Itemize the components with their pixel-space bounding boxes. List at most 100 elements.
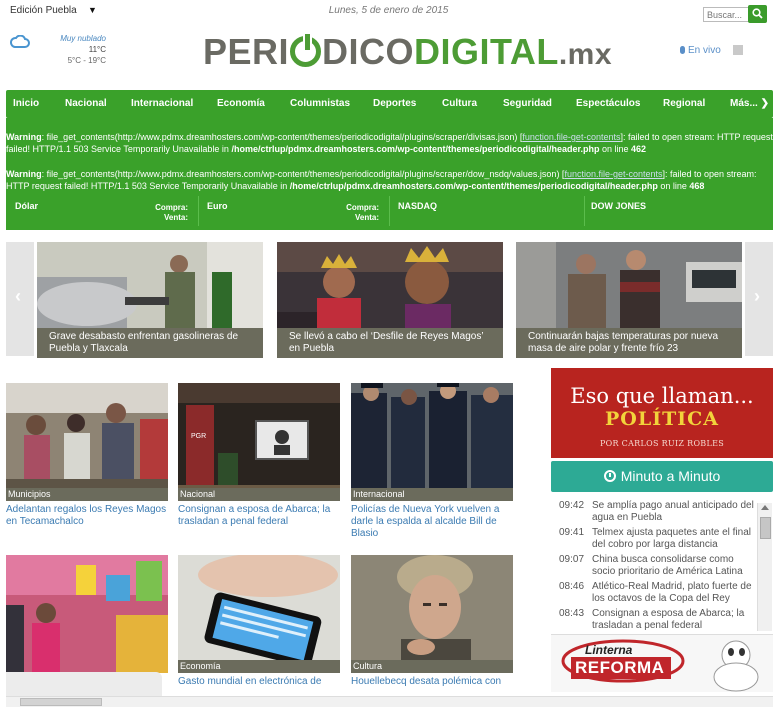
envivo-link[interactable]: En vivo — [680, 45, 721, 56]
news-tile-municipios[interactable]: Municipios Adelantan regalos los Reyes M… — [6, 383, 168, 528]
nav-more-label: Más... — [730, 98, 758, 109]
nav-item-espectaculos[interactable]: Espectáculos — [576, 98, 640, 109]
photo-cold-street — [516, 242, 742, 328]
news-tile-toys[interactable] — [6, 555, 168, 673]
tile-title[interactable]: Houellebecq desata polémica con — [351, 676, 513, 688]
slide-image — [277, 242, 503, 328]
photo-writer-portrait — [351, 555, 513, 673]
weather-range: 5°C - 19°C — [67, 56, 106, 65]
power-icon — [290, 32, 322, 67]
slide-caption: Se llevó a cabo el ‘Desfile de Reyes Mag… — [277, 328, 503, 358]
slide-image — [516, 242, 742, 328]
warning-label: Warning — [6, 132, 42, 142]
current-date: Lunes, 5 de enero de 2015 — [328, 5, 449, 16]
minuto-headline: Se amplía pago anual anticipado del agua… — [592, 500, 754, 523]
cloud-icon — [10, 35, 30, 48]
horizontal-scrollbar[interactable] — [6, 696, 773, 707]
news-tile-economia[interactable]: Economía Gasto mundial en electrónica de — [178, 555, 340, 688]
banner-line-1: Eso que llaman... — [570, 384, 754, 408]
minuto-title: Minuto a Minuto — [620, 468, 721, 484]
site-logo[interactable]: PERI DICODIGITAL.mx — [203, 30, 612, 74]
minuto-headline: Consignan a esposa de Abarca; la traslad… — [592, 608, 745, 630]
tile-title[interactable]: Consignan a esposa de Abarca; la traslad… — [178, 504, 340, 528]
search-button[interactable] — [748, 5, 767, 23]
photo-gas-station — [37, 242, 263, 328]
slider-next-button[interactable]: › — [745, 242, 773, 356]
slide-caption: Grave desabasto enfrentan gasolineras de… — [37, 328, 263, 358]
photo-police-officers — [351, 383, 513, 501]
warning-path: /home/ctrlup/pdmx.dreamhosters.com/wp-co… — [231, 144, 600, 154]
envivo-label: En vivo — [688, 45, 721, 56]
fx-euro: Euro — [207, 201, 228, 211]
tile-image: Cultura — [351, 555, 513, 673]
fx-dow: DOW JONES — [591, 201, 647, 211]
slide-temperaturas[interactable]: Continuarán bajas temperaturas por nueva… — [516, 242, 742, 358]
top-bar: Edición Puebla ▼ Lunes, 5 de enero de 20… — [0, 0, 777, 26]
tile-title[interactable]: Policías de Nueva York vuelven a darle l… — [351, 504, 513, 540]
tile-category: Nacional — [178, 488, 340, 501]
minuto-scrollbar[interactable] — [757, 503, 772, 631]
chevron-left-icon: ‹ — [15, 286, 21, 306]
nav-item-regional[interactable]: Regional — [663, 98, 705, 109]
fx-divider — [198, 196, 199, 226]
weather-widget: Muy nublado 11°C 5°C - 19°C — [48, 33, 106, 66]
tile-category: Economía — [178, 660, 340, 673]
search-input[interactable] — [703, 7, 749, 22]
microphone-icon — [680, 46, 685, 54]
linterna-reforma-banner[interactable]: Linterna REFORMA — [551, 634, 773, 692]
logo-text-4: .mx — [558, 38, 613, 71]
warning-2: Warning: file_get_contents(http://www.pd… — [6, 168, 773, 192]
warning-line: 462 — [631, 144, 647, 154]
warning-text: : file_get_contents(http://www.pdmx.drea… — [41, 169, 565, 179]
logo-text-3: DIGITAL — [414, 31, 559, 72]
banner-author: POR CARLOS RUIZ ROBLES — [599, 439, 725, 448]
nav-item-inicio[interactable]: Inicio — [13, 98, 39, 109]
main-nav: Inicio Nacional Internacional Economía C… — [6, 90, 773, 118]
minuto-headline: China busca consolidarse como socio prio… — [592, 554, 743, 577]
slide-caption: Continuarán bajas temperaturas por nueva… — [516, 328, 742, 358]
external-link-icon[interactable] — [733, 45, 743, 55]
minuto-a-minuto-button[interactable]: Minuto a Minuto — [551, 461, 773, 492]
pgr-sign: PGR — [191, 433, 207, 440]
slider-prev-button[interactable]: ‹ — [6, 242, 34, 356]
news-tile-nacional[interactable]: PGR Nacional Consignan a esposa de Abarc… — [178, 383, 340, 528]
reforma-title: REFORMA — [575, 658, 665, 677]
nav-item-nacional[interactable]: Nacional — [65, 98, 107, 109]
scrollbar-thumb[interactable] — [760, 517, 771, 539]
banner-line-2: POLÍTICA — [605, 408, 719, 430]
tile-category: Cultura — [351, 660, 513, 673]
warning-path: /home/ctrlup/pdmx.dreamhosters.com/wp-co… — [289, 181, 658, 191]
nav-item-seguridad[interactable]: Seguridad — [503, 98, 552, 109]
page: Edición Puebla ▼ Lunes, 5 de enero de 20… — [0, 0, 777, 707]
tile-image: PGR Nacional — [178, 383, 340, 501]
slide-gasolineras[interactable]: Grave desabasto enfrentan gasolineras de… — [37, 242, 263, 358]
tile-title[interactable]: Gasto mundial en electrónica de — [178, 676, 340, 688]
politica-banner[interactable]: Eso que llaman... POLÍTICA POR CARLOS RU… — [551, 368, 773, 458]
scrollbar-thumb[interactable] — [20, 698, 102, 706]
fx-nasdaq: NASDAQ — [398, 201, 438, 211]
nav-item-economia[interactable]: Economía — [217, 98, 265, 109]
minuto-headline: Telmex ajusta paquetes ante el final del… — [592, 527, 751, 550]
warning-link[interactable]: function.file-get-contents — [564, 169, 662, 179]
minuto-time: 09:41 — [559, 527, 585, 538]
nav-item-columnistas[interactable]: Columnistas — [290, 98, 350, 109]
nav-item-deportes[interactable]: Deportes — [373, 98, 416, 109]
tile-title[interactable]: Adelantan regalos los Reyes Magos en Tec… — [6, 504, 168, 528]
scroll-up-icon[interactable] — [761, 505, 769, 510]
nav-item-mas[interactable]: Más... ❯ — [730, 98, 769, 109]
warning-link[interactable]: function.file-get-contents — [522, 132, 620, 142]
fx-divider — [389, 196, 390, 226]
tile-image: Economía — [178, 555, 340, 673]
minuto-time: 09:42 — [559, 500, 585, 511]
news-tile-internacional[interactable]: Internacional Policías de Nueva York vue… — [351, 383, 513, 540]
tile-category: Municipios — [6, 488, 168, 501]
warning-text: on line — [599, 144, 632, 154]
search-icon — [752, 8, 763, 19]
photo-toy-store — [6, 555, 168, 673]
weather-temp: 11°C — [88, 45, 106, 54]
slide-reyes-magos[interactable]: Se llevó a cabo el ‘Desfile de Reyes Mag… — [277, 242, 503, 358]
news-tile-cultura[interactable]: Cultura Houellebecq desata polémica con — [351, 555, 513, 688]
nav-item-cultura[interactable]: Cultura — [442, 98, 477, 109]
nav-item-internacional[interactable]: Internacional — [131, 98, 193, 109]
warning-text: on line — [657, 181, 690, 191]
